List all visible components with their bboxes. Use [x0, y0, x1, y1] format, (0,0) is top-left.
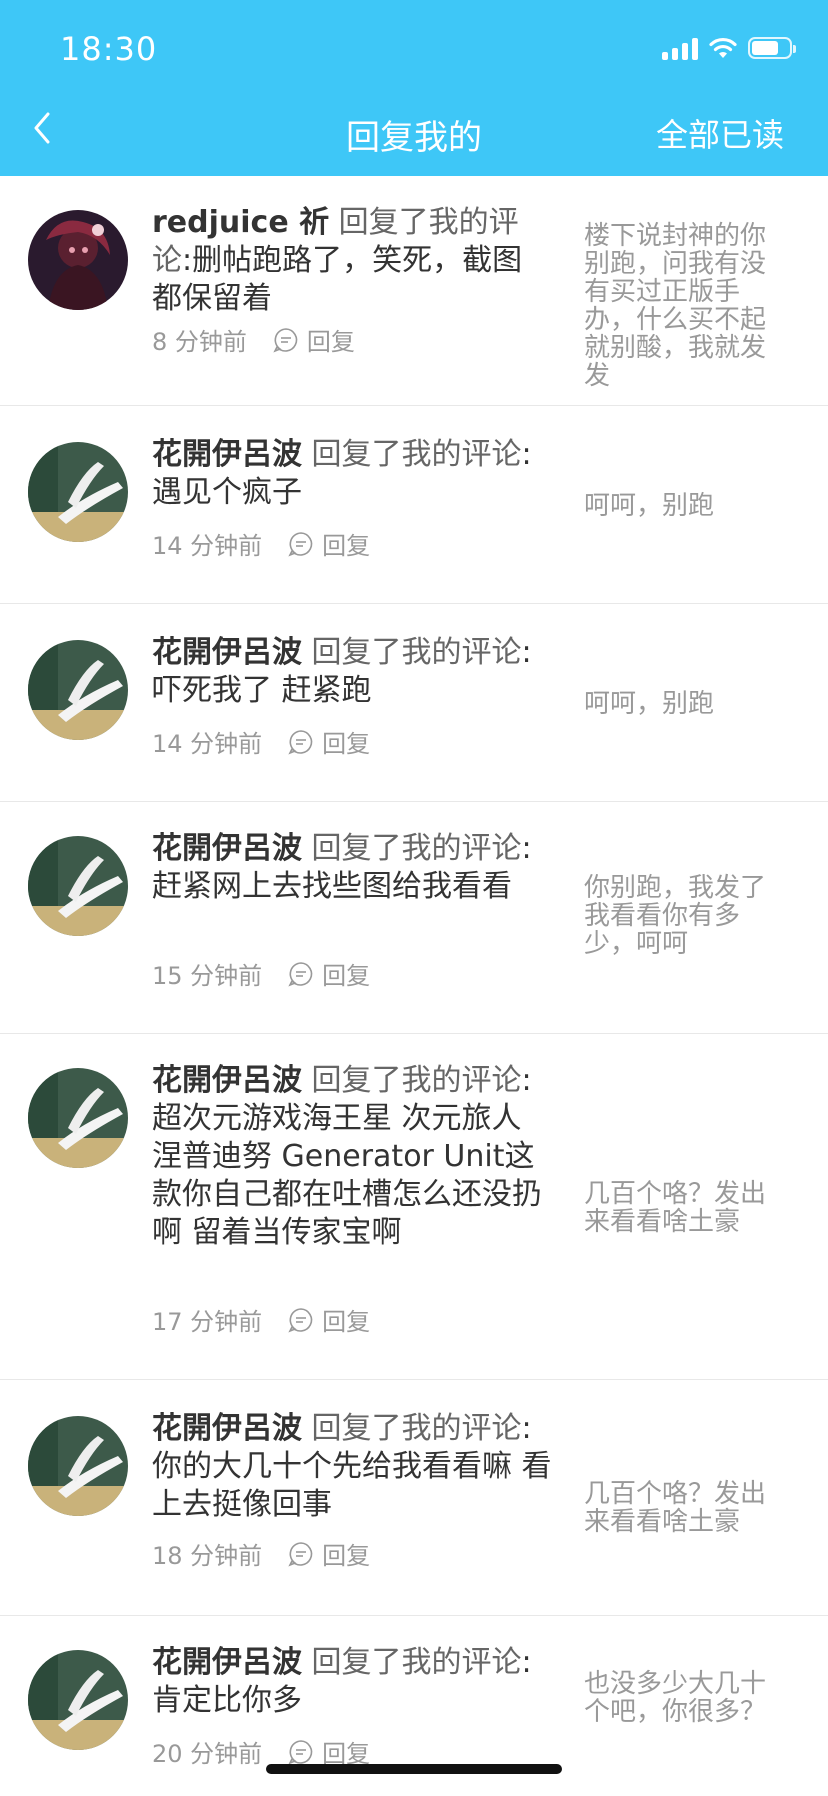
reply-meta: 18 分钟前 回复 — [152, 1536, 370, 1571]
reply-meta: 14 分钟前 回复 — [152, 724, 370, 759]
comment-icon — [288, 1307, 313, 1333]
top-bar: 18:30 回复我的 全部已读 — [0, 0, 828, 176]
reply-action-text: 回复了我的评论 — [302, 1411, 522, 1446]
user-avatar-image — [28, 210, 128, 310]
reply-button[interactable]: 回复 — [288, 526, 370, 561]
reply-label: 回复 — [322, 962, 371, 990]
username[interactable]: 花開伊呂波 — [152, 1063, 302, 1098]
reply-text: :删帖跑路了，笑死，截图都保留着 — [152, 243, 523, 316]
reply-label: 回复 — [306, 328, 355, 356]
timestamp: 18 分钟前 — [152, 1542, 263, 1570]
reply-button[interactable]: 回复 — [273, 322, 355, 357]
user-avatar-image — [28, 1650, 128, 1750]
wifi-icon — [709, 37, 737, 58]
avatar[interactable] — [28, 1068, 128, 1168]
timestamp: 14 分钟前 — [152, 730, 263, 758]
reply-action-text: 回复了我的评论 — [302, 635, 522, 670]
reply-meta: 15 分钟前 回复 — [152, 956, 370, 991]
list-item[interactable]: 花開伊呂波 回复了我的评论:超次元游戏海王星 次元旅人 涅普迪努 Generat… — [0, 1034, 828, 1380]
user-avatar-image — [28, 640, 128, 740]
quoted-comment[interactable]: 也没多少大几十个吧，你很多？ — [584, 1670, 786, 1726]
comment-icon — [288, 1739, 313, 1765]
timestamp: 15 分钟前 — [152, 962, 263, 990]
reply-meta: 17 分钟前 回复 — [152, 1302, 370, 1337]
reply-label: 回复 — [322, 730, 371, 758]
reply-content: redjuice 祈 回复了我的评论:删帖跑路了，笑死，截图都保留着 — [152, 204, 552, 318]
comment-icon — [288, 729, 313, 755]
timestamp: 17 分钟前 — [152, 1308, 263, 1336]
quoted-comment[interactable]: 楼下说封神的你别跑，问我有没有买过正版手办，什么买不起就别酸，我就发发 — [584, 222, 786, 390]
comment-icon — [288, 961, 313, 987]
list-item[interactable]: 花開伊呂波 回复了我的评论:遇见个疯子 14 分钟前 回复 呵呵，别跑 — [0, 406, 828, 604]
signal-icon — [662, 36, 698, 60]
timestamp: 8 分钟前 — [152, 328, 247, 356]
avatar[interactable] — [28, 210, 128, 310]
mark-all-read-button[interactable]: 全部已读 — [656, 110, 784, 156]
avatar[interactable] — [28, 442, 128, 542]
reply-label: 回复 — [322, 1542, 371, 1570]
user-avatar-image — [28, 1416, 128, 1516]
reply-content: 花開伊呂波 回复了我的评论:超次元游戏海王星 次元旅人 涅普迪努 Generat… — [152, 1062, 552, 1252]
reply-content: 花開伊呂波 回复了我的评论:肯定比你多 — [152, 1644, 552, 1720]
quoted-comment[interactable]: 呵呵，别跑 — [584, 492, 786, 520]
timestamp: 20 分钟前 — [152, 1740, 263, 1768]
battery-icon — [748, 37, 796, 59]
reply-content: 花開伊呂波 回复了我的评论:吓死我了 赶紧跑 — [152, 634, 552, 710]
status-icons — [662, 36, 796, 60]
reply-content: 花開伊呂波 回复了我的评论:遇见个疯子 — [152, 436, 552, 512]
reply-list: redjuice 祈 回复了我的评论:删帖跑路了，笑死，截图都保留着 8 分钟前… — [0, 176, 828, 1796]
reply-label: 回复 — [322, 1308, 371, 1336]
avatar[interactable] — [28, 1650, 128, 1750]
comment-icon — [288, 531, 313, 557]
user-avatar-image — [28, 1068, 128, 1168]
reply-meta: 8 分钟前 回复 — [152, 322, 355, 357]
username[interactable]: 花開伊呂波 — [152, 831, 302, 866]
reply-button[interactable]: 回复 — [288, 1536, 370, 1571]
user-avatar-image — [28, 836, 128, 936]
reply-label: 回复 — [322, 532, 371, 560]
quoted-comment[interactable]: 你别跑，我发了我看看你有多少，呵呵 — [584, 874, 786, 958]
reply-content: 花開伊呂波 回复了我的评论:你的大几十个先给我看看嘛 看上去挺像回事 — [152, 1410, 552, 1524]
status-time: 18:30 — [60, 30, 158, 68]
quoted-comment[interactable]: 几百个咯？发出来看看啥土豪 — [584, 1480, 786, 1536]
avatar[interactable] — [28, 836, 128, 936]
reply-action-text: 回复了我的评论 — [302, 831, 522, 866]
quoted-comment[interactable]: 几百个咯？发出来看看啥土豪 — [584, 1180, 786, 1236]
username[interactable]: 花開伊呂波 — [152, 437, 302, 472]
username[interactable]: 花開伊呂波 — [152, 635, 302, 670]
list-item[interactable]: 花開伊呂波 回复了我的评论:你的大几十个先给我看看嘛 看上去挺像回事 18 分钟… — [0, 1380, 828, 1616]
list-item[interactable]: redjuice 祈 回复了我的评论:删帖跑路了，笑死，截图都保留着 8 分钟前… — [0, 176, 828, 406]
reply-button[interactable]: 回复 — [288, 724, 370, 759]
reply-action-text: 回复了我的评论 — [302, 437, 522, 472]
username[interactable]: 花開伊呂波 — [152, 1411, 302, 1446]
avatar[interactable] — [28, 1416, 128, 1516]
username[interactable]: redjuice 祈 — [152, 205, 329, 240]
comment-icon — [273, 327, 298, 353]
reply-button[interactable]: 回复 — [288, 956, 370, 991]
user-avatar-image — [28, 442, 128, 542]
home-indicator[interactable] — [266, 1764, 562, 1774]
reply-content: 花開伊呂波 回复了我的评论:赶紧网上去找些图给我看看 — [152, 830, 552, 906]
username[interactable]: 花開伊呂波 — [152, 1645, 302, 1680]
reply-meta: 14 分钟前 回复 — [152, 526, 370, 561]
timestamp: 14 分钟前 — [152, 532, 263, 560]
reply-action-text: 回复了我的评论 — [302, 1645, 522, 1680]
list-item[interactable]: 花開伊呂波 回复了我的评论:吓死我了 赶紧跑 14 分钟前 回复 呵呵，别跑 — [0, 604, 828, 802]
comment-icon — [288, 1541, 313, 1567]
list-item[interactable]: 花開伊呂波 回复了我的评论:赶紧网上去找些图给我看看 15 分钟前 回复 你别跑… — [0, 802, 828, 1034]
avatar[interactable] — [28, 640, 128, 740]
quoted-comment[interactable]: 呵呵，别跑 — [584, 690, 786, 718]
reply-action-text: 回复了我的评论 — [302, 1063, 522, 1098]
reply-button[interactable]: 回复 — [288, 1302, 370, 1337]
